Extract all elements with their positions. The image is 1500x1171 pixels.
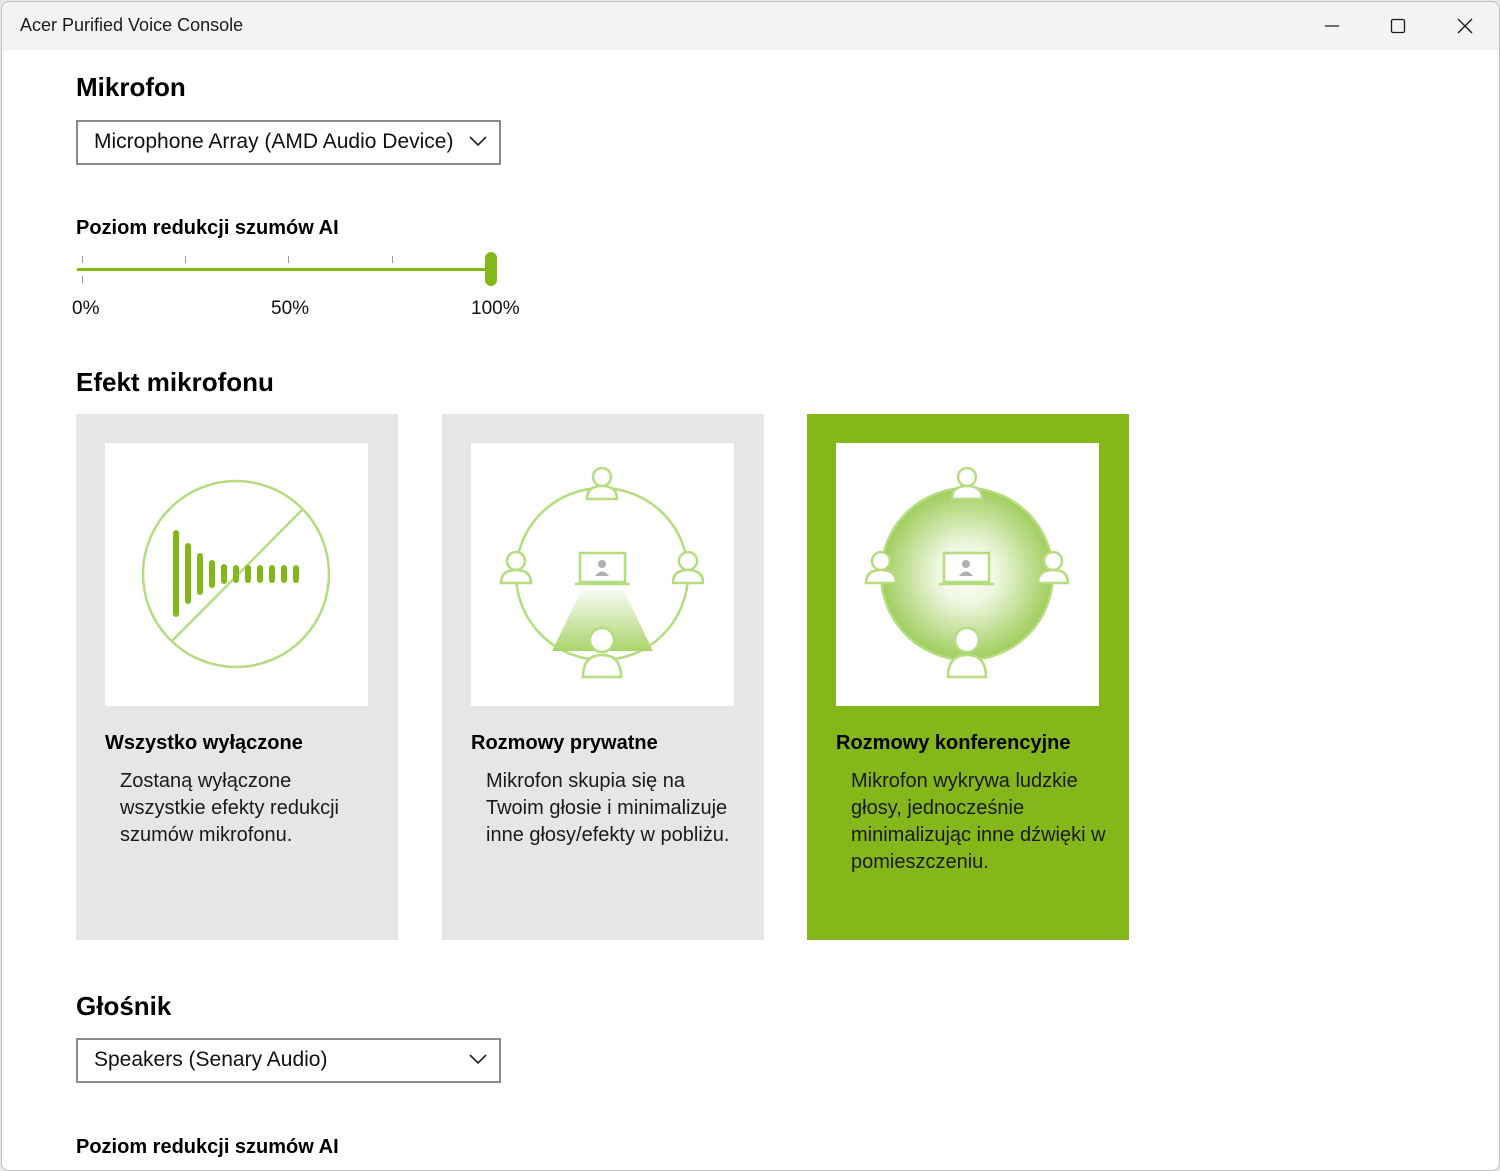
main-content: Mikrofon Microphone Array (AMD Audio Dev… <box>2 50 1499 1170</box>
speaker-device-select[interactable]: Speakers (Senary Audio) <box>76 1038 501 1083</box>
noise-off-icon <box>141 479 331 669</box>
microphone-device-value: Microphone Array (AMD Audio Device) <box>94 130 454 153</box>
chevron-down-icon <box>469 136 487 147</box>
conference-call-illustration <box>836 443 1099 706</box>
noise-off-illustration <box>105 443 368 706</box>
maximize-icon <box>1390 18 1406 34</box>
window-title: Acer Purified Voice Console <box>20 15 244 35</box>
minimize-button[interactable] <box>1299 2 1365 50</box>
effect-card-all-off[interactable]: Wszystko wyłączone Zostaną wyłączone wsz… <box>76 414 398 940</box>
close-icon <box>1457 18 1473 34</box>
app-window: Acer Purified Voice Console Mikrofon Mic… <box>1 1 1500 1171</box>
slider-tick <box>288 256 289 263</box>
tick-label-100: 100% <box>471 298 520 319</box>
chevron-down-icon <box>469 1054 487 1065</box>
slider-thumb[interactable] <box>485 252 497 286</box>
speaker-heading: Głośnik <box>76 991 172 1021</box>
speaker-device-value: Speakers (Senary Audio) <box>94 1048 328 1071</box>
minimize-icon <box>1325 25 1339 27</box>
tick-label-50: 50% <box>271 298 310 319</box>
microphone-heading: Mikrofon <box>76 72 186 102</box>
effect-card-title: Rozmowy konferencyjne <box>836 732 1071 754</box>
mic-noise-reduction-label: Poziom redukcji szumów AI <box>76 217 339 239</box>
private-call-illustration <box>471 443 734 706</box>
maximize-button[interactable] <box>1365 2 1431 50</box>
effect-card-description: Mikrofon wykrywa ludzkie głosy, jednocze… <box>851 770 1106 873</box>
effect-card-description: Mikrofon skupia się na Twoim głosie i mi… <box>486 770 730 846</box>
slider-tick <box>82 256 83 263</box>
effect-card-title: Rozmowy prywatne <box>471 732 658 754</box>
microphone-device-select[interactable]: Microphone Array (AMD Audio Device) <box>76 120 501 165</box>
close-button[interactable] <box>1432 2 1498 50</box>
slider-tick <box>82 276 83 283</box>
slider-tick <box>185 256 186 263</box>
mic-effect-heading: Efekt mikrofonu <box>76 367 274 397</box>
private-call-icon <box>499 466 705 679</box>
tick-label-0: 0% <box>72 298 100 319</box>
effect-card-title: Wszystko wyłączone <box>105 732 303 754</box>
speaker-noise-reduction-label: Poziom redukcji szumów AI <box>76 1136 339 1158</box>
slider-track <box>77 268 493 271</box>
effect-card-conference-calls[interactable]: Rozmowy konferencyjne Mikrofon wykrywa l… <box>807 414 1129 940</box>
slider-tick <box>392 256 393 263</box>
conference-call-icon <box>864 466 1070 679</box>
effect-card-private-calls[interactable]: Rozmowy prywatne Mikrofon skupia się na … <box>442 414 764 940</box>
effect-card-description: Zostaną wyłączone wszystkie efekty reduk… <box>120 770 339 846</box>
mic-noise-reduction-slider[interactable] <box>77 250 517 290</box>
title-bar: Acer Purified Voice Console <box>2 2 1499 50</box>
